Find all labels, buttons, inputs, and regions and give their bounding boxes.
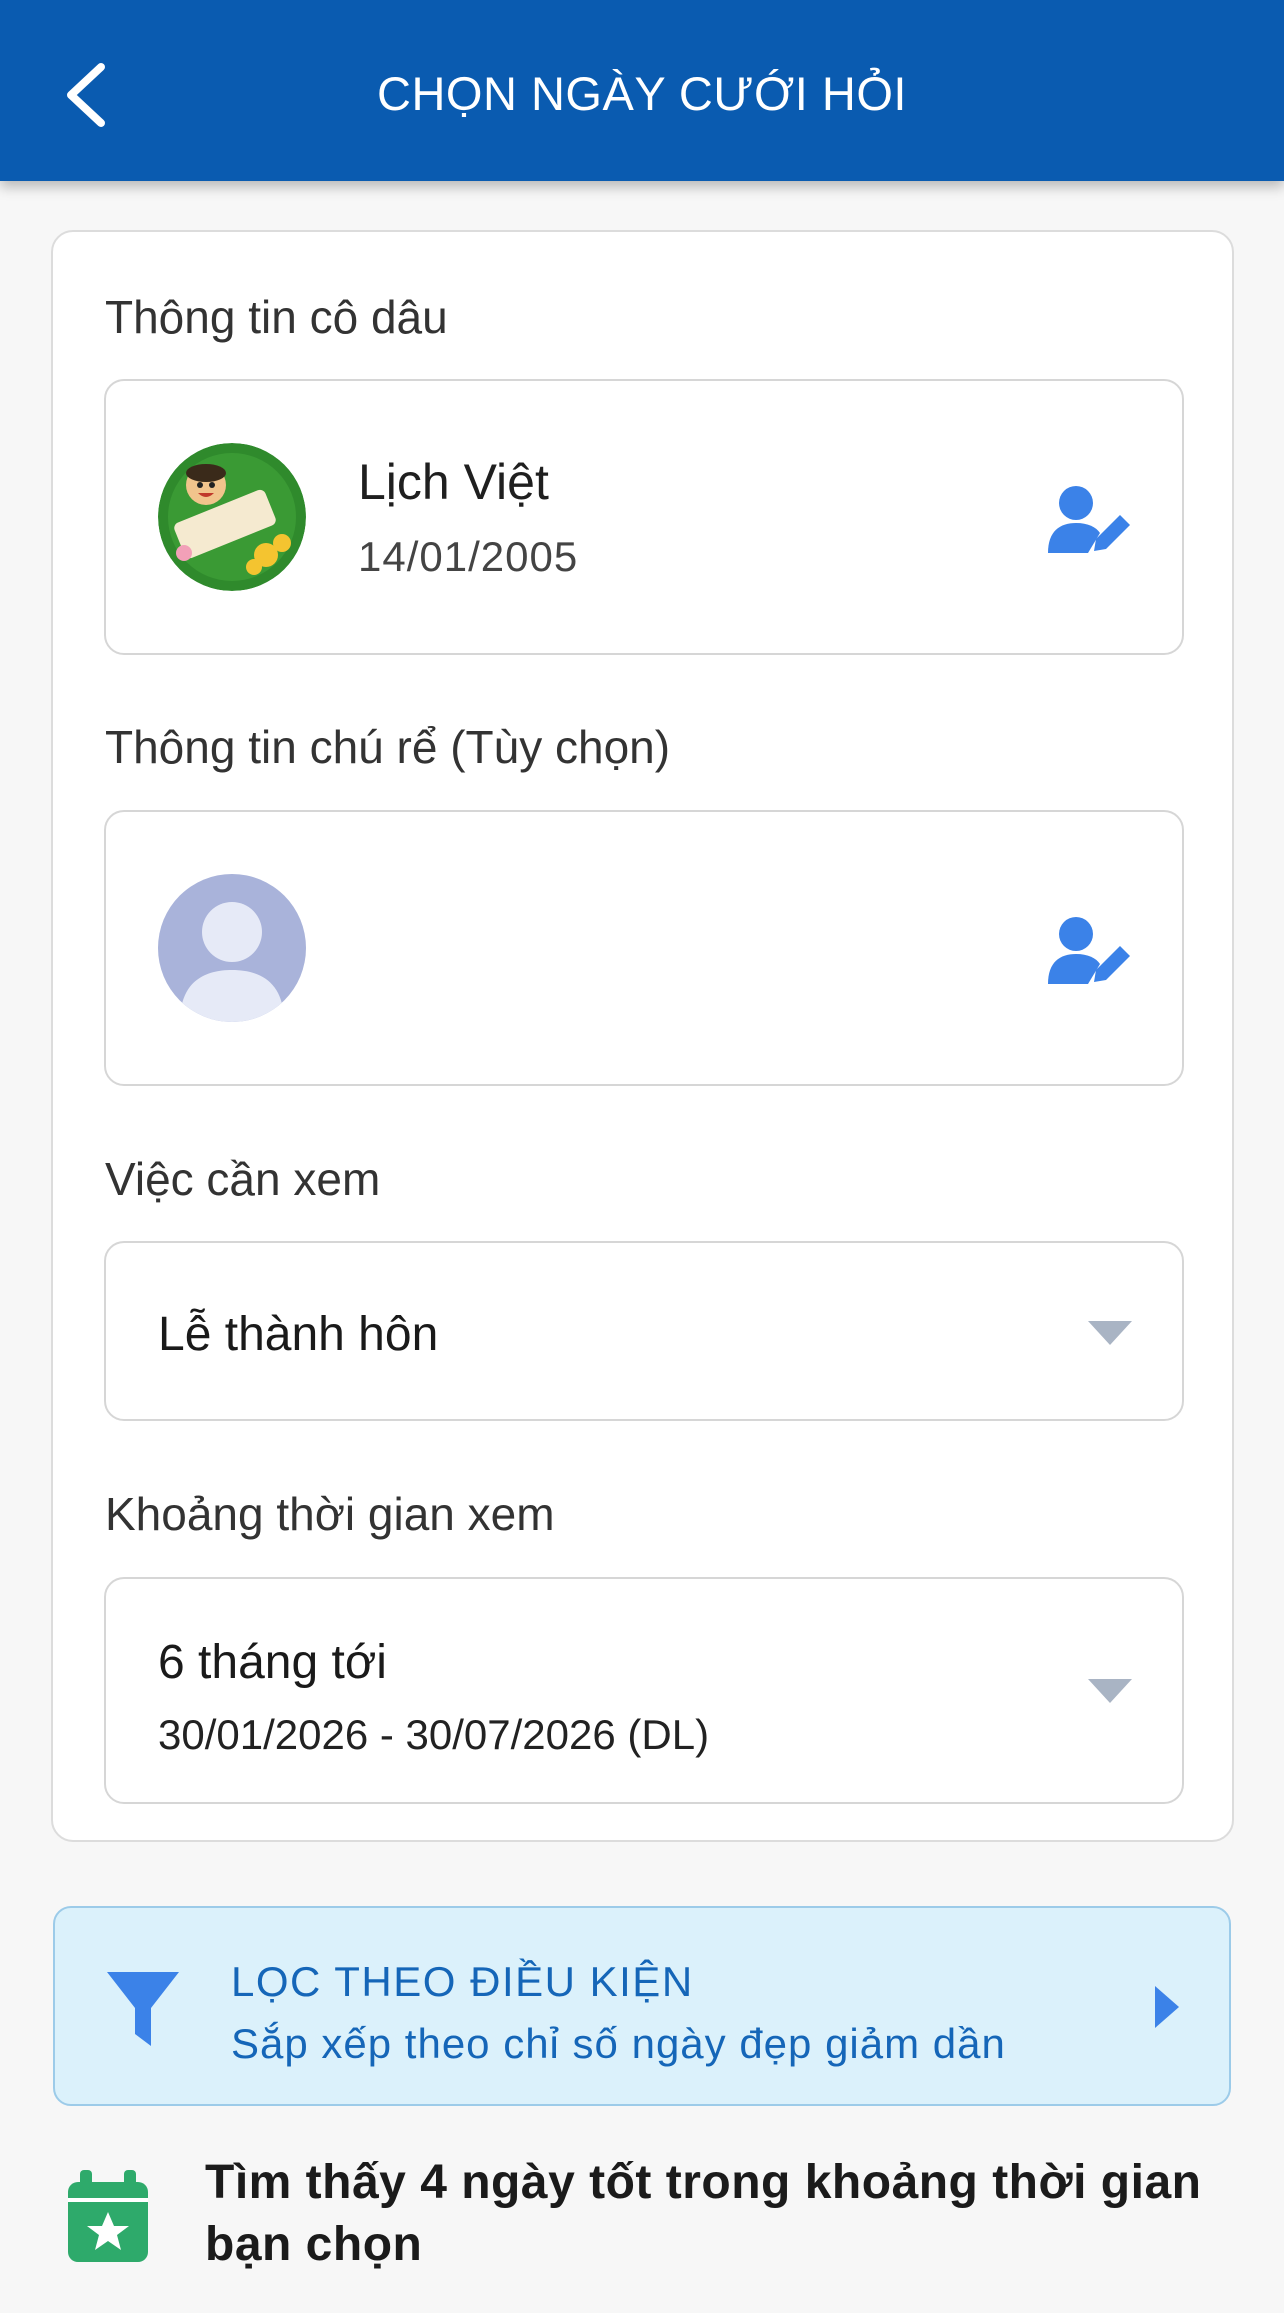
lich-viet-logo-icon [158, 443, 306, 591]
bride-birth-date: 14/01/2005 [358, 533, 579, 580]
user-edit-icon [1048, 486, 1130, 553]
bride-info-box[interactable]: Lịch Việt 14/01/2005 [104, 379, 1184, 655]
default-avatar-icon [180, 902, 284, 1022]
bride-section-label: Thông tin cô dâu [105, 291, 448, 343]
result-summary: Tìm thấy 4 ngày tốt trong khoảng thời gi… [205, 2156, 1202, 2271]
page-title: CHỌN NGÀY CƯỚI HỎI [377, 67, 907, 120]
form-card: Thông tin cô dâu Lịch Việt 14/01/2005 Th… [51, 230, 1234, 1842]
filter-subtitle: Sắp xếp theo chỉ số ngày đẹp giảm dần [231, 2020, 1006, 2067]
bride-name: Lịch Việt [358, 454, 549, 510]
event-selected-value: Lễ thành hôn [158, 1308, 439, 1361]
app-header: CHỌN NGÀY CƯỚI HỎI [0, 0, 1284, 181]
period-select[interactable]: 6 tháng tới 30/01/2026 - 30/07/2026 (DL) [104, 1577, 1184, 1804]
event-section-label: Việc cần xem [105, 1153, 381, 1205]
period-section-label: Khoảng thời gian xem [105, 1488, 555, 1540]
user-edit-icon [1048, 917, 1130, 984]
caret-down-icon[interactable] [1088, 1321, 1132, 1345]
groom-avatar [158, 874, 306, 1022]
filter-title: LỌC THEO ĐIỀU KIỆN [231, 1958, 694, 2005]
event-select[interactable]: Lễ thành hôn [104, 1241, 1184, 1421]
caret-right-icon [1155, 1986, 1179, 2028]
edit-groom-button[interactable] [1048, 916, 1134, 986]
bride-avatar [158, 443, 306, 591]
filter-button[interactable]: LỌC THEO ĐIỀU KIỆN Sắp xếp theo chỉ số n… [53, 1906, 1231, 2106]
groom-section-label: Thông tin chú rể (Tùy chọn) [105, 721, 671, 773]
funnel-icon [107, 1972, 179, 2046]
caret-down-icon[interactable] [1088, 1679, 1132, 1703]
groom-info-box[interactable] [104, 810, 1184, 1086]
calendar-star-icon [68, 2170, 148, 2262]
edit-bride-button[interactable] [1048, 485, 1134, 555]
period-date-range: 30/01/2026 - 30/07/2026 (DL) [158, 1711, 710, 1758]
period-selected-value: 6 tháng tới [158, 1636, 387, 1689]
